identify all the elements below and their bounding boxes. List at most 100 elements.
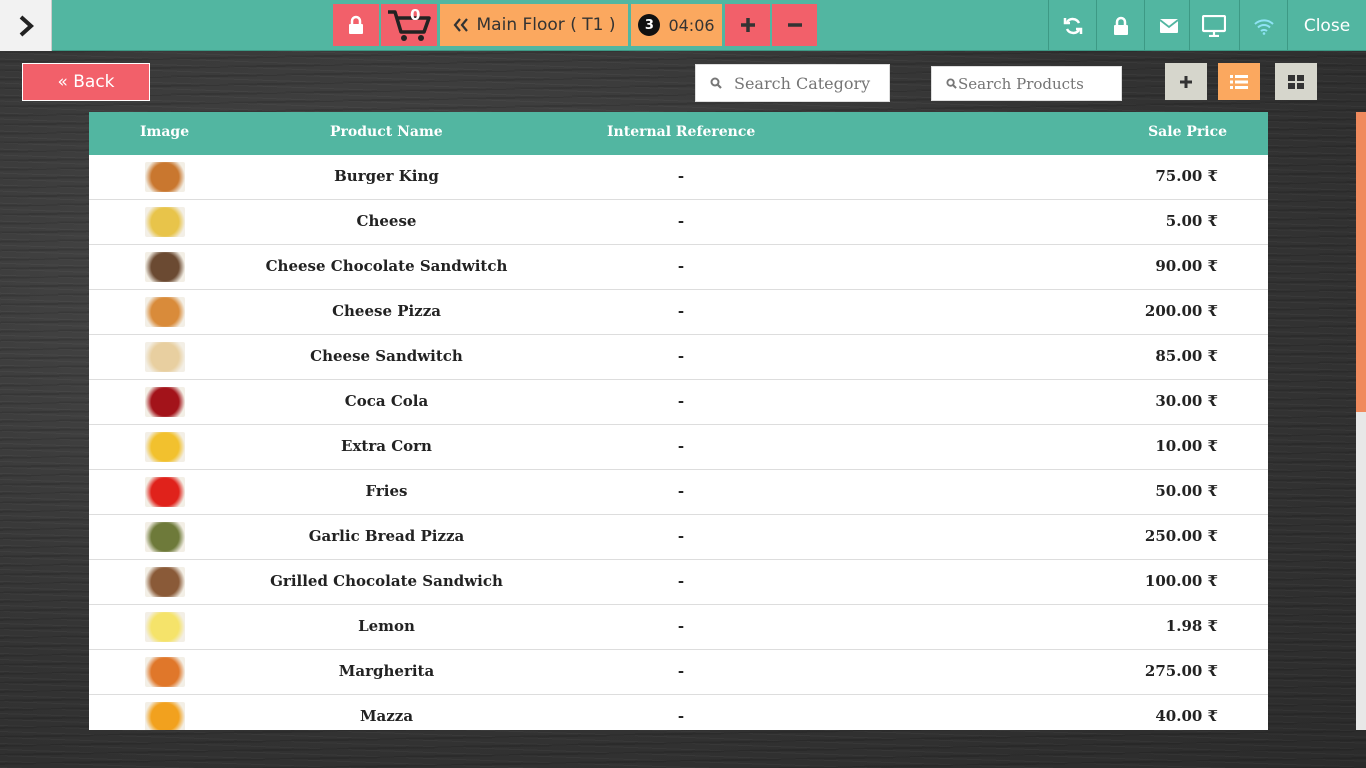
product-thumbnail bbox=[144, 611, 185, 642]
product-thumbnail bbox=[144, 701, 185, 730]
product-thumbnail bbox=[144, 386, 185, 417]
search-products-box bbox=[931, 66, 1122, 101]
product-thumbnail bbox=[144, 341, 185, 372]
add-product-button[interactable] bbox=[1165, 63, 1207, 100]
product-image bbox=[144, 521, 185, 552]
customer-display-button[interactable] bbox=[1189, 0, 1237, 51]
monitor-icon bbox=[1201, 14, 1226, 37]
product-thumbnail bbox=[144, 656, 185, 687]
product-image bbox=[144, 566, 185, 597]
sale-price: 85.00 ₹ bbox=[1155, 347, 1218, 365]
order-timer: 04:06 bbox=[668, 15, 715, 35]
lock-session-button[interactable] bbox=[1096, 0, 1144, 51]
table-row[interactable]: Garlic Bread Pizza - 250.00 ₹ bbox=[89, 515, 1268, 560]
table-row[interactable]: Margherita - 275.00 ₹ bbox=[89, 650, 1268, 695]
internal-reference: - bbox=[677, 257, 685, 275]
table-row[interactable]: Cheese Chocolate Sandwitch - 90.00 ₹ bbox=[89, 245, 1268, 290]
search-category-input[interactable] bbox=[734, 73, 889, 93]
remove-order-button[interactable] bbox=[772, 4, 817, 46]
sale-price: 200.00 ₹ bbox=[1144, 302, 1218, 320]
table-row[interactable]: Cheese - 5.00 ₹ bbox=[89, 200, 1268, 245]
chevron-right-icon bbox=[19, 15, 34, 36]
scrollbar[interactable] bbox=[1356, 112, 1366, 730]
add-order-button[interactable] bbox=[725, 4, 770, 46]
floor-selector-button[interactable]: Main Floor ( T1 ) bbox=[440, 4, 628, 46]
table-row[interactable]: Burger King - 75.00 ₹ bbox=[89, 155, 1268, 200]
header-image: Image bbox=[140, 124, 190, 140]
sidebar-toggle-button[interactable] bbox=[0, 0, 52, 51]
product-name: Lemon bbox=[358, 617, 415, 635]
table-body: Burger King - 75.00 ₹ Cheese - 5.00 ₹ Cheese C… bbox=[89, 155, 1268, 730]
product-image bbox=[144, 161, 185, 192]
messages-button[interactable] bbox=[1144, 0, 1192, 51]
envelope-icon bbox=[1158, 18, 1179, 33]
scrollbar-thumb[interactable] bbox=[1356, 112, 1366, 412]
internal-reference: - bbox=[677, 482, 685, 500]
table-row[interactable]: Grilled Chocolate Sandwich - 100.00 ₹ bbox=[89, 560, 1268, 605]
table-row[interactable]: Cheese Pizza - 200.00 ₹ bbox=[89, 290, 1268, 335]
product-name: Coca Cola bbox=[344, 392, 429, 410]
product-name: Burger King bbox=[334, 167, 439, 185]
product-name: Cheese Sandwitch bbox=[310, 347, 463, 365]
internal-reference: - bbox=[677, 437, 685, 455]
product-thumbnail bbox=[144, 296, 185, 327]
lock-screen-button[interactable] bbox=[333, 4, 379, 46]
internal-reference: - bbox=[677, 707, 685, 725]
list-view-button[interactable] bbox=[1218, 63, 1260, 100]
sale-price: 75.00 ₹ bbox=[1155, 167, 1218, 185]
grid-view-button[interactable] bbox=[1275, 63, 1317, 100]
search-category-box bbox=[695, 64, 890, 102]
header-internal-reference: Internal Reference bbox=[607, 124, 756, 140]
plus-icon bbox=[740, 18, 755, 32]
table-row[interactable]: Mazza - 40.00 ₹ bbox=[89, 695, 1268, 730]
table-row[interactable]: Extra Corn - 10.00 ₹ bbox=[89, 425, 1268, 470]
header-sale-price: Sale Price bbox=[1148, 124, 1227, 140]
internal-reference: - bbox=[677, 662, 685, 680]
table-row[interactable]: Fries - 50.00 ₹ bbox=[89, 470, 1268, 515]
list-icon bbox=[1230, 74, 1248, 89]
lock-icon bbox=[349, 15, 363, 34]
sale-price: 5.00 ₹ bbox=[1165, 212, 1218, 230]
minus-icon bbox=[787, 23, 802, 27]
product-image bbox=[144, 476, 185, 507]
floor-label: Main Floor ( T1 ) bbox=[476, 15, 616, 35]
connection-status-button[interactable] bbox=[1239, 0, 1287, 51]
search-products-input[interactable] bbox=[958, 74, 1121, 93]
product-thumbnail bbox=[144, 251, 185, 282]
product-name: Garlic Bread Pizza bbox=[308, 527, 465, 545]
top-bar: 0 Main Floor ( T1 ) 3 04:06 Close bbox=[0, 0, 1366, 51]
product-image bbox=[144, 206, 185, 237]
internal-reference: - bbox=[677, 617, 685, 635]
table-header: Image Product Name Internal Reference Sa… bbox=[89, 112, 1268, 155]
table-row[interactable]: Cheese Sandwitch - 85.00 ₹ bbox=[89, 335, 1268, 380]
sync-button[interactable] bbox=[1048, 0, 1096, 51]
sale-price: 30.00 ₹ bbox=[1155, 392, 1218, 410]
product-name: Mazza bbox=[359, 707, 414, 725]
product-name: Cheese Pizza bbox=[332, 302, 441, 320]
product-image bbox=[144, 431, 185, 462]
product-image bbox=[144, 386, 185, 417]
grid-icon bbox=[1288, 74, 1304, 89]
header-product-name: Product Name bbox=[330, 124, 443, 140]
close-button[interactable]: Close bbox=[1287, 0, 1366, 51]
product-thumbnail bbox=[144, 161, 185, 192]
product-image bbox=[144, 296, 185, 327]
product-name: Fries bbox=[365, 482, 408, 500]
sale-price: 50.00 ₹ bbox=[1155, 482, 1218, 500]
cart-button[interactable] bbox=[381, 4, 437, 46]
product-name: Cheese Chocolate Sandwitch bbox=[265, 257, 508, 275]
internal-reference: - bbox=[677, 212, 685, 230]
table-row[interactable]: Lemon - 1.98 ₹ bbox=[89, 605, 1268, 650]
back-button[interactable]: « Back bbox=[22, 63, 150, 101]
sale-price: 250.00 ₹ bbox=[1144, 527, 1218, 545]
cart-count: 0 bbox=[410, 6, 421, 24]
search-icon bbox=[946, 78, 957, 89]
table-row[interactable]: Coca Cola - 30.00 ₹ bbox=[89, 380, 1268, 425]
search-icon bbox=[710, 77, 722, 89]
wifi-icon bbox=[1253, 18, 1274, 35]
order-timer-button[interactable]: 3 04:06 bbox=[631, 4, 722, 46]
product-name: Grilled Chocolate Sandwich bbox=[270, 572, 503, 590]
product-image bbox=[144, 701, 185, 730]
refresh-icon bbox=[1063, 17, 1082, 34]
product-table: Image Product Name Internal Reference Sa… bbox=[89, 112, 1268, 730]
